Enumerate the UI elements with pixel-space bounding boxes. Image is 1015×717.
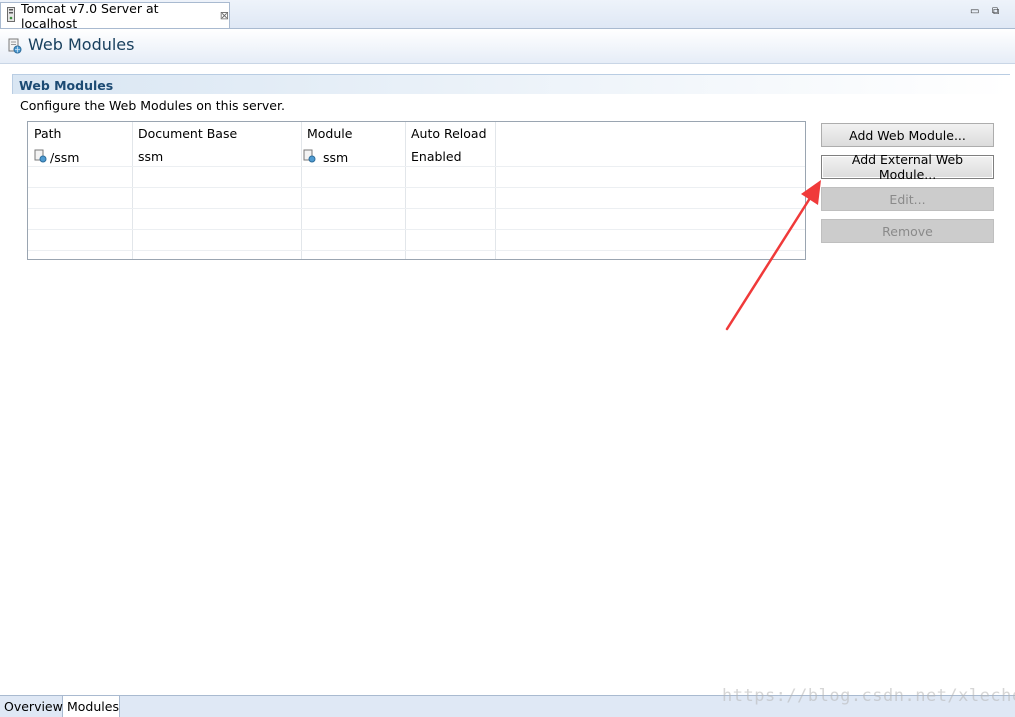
cell-path: /ssm <box>34 149 79 166</box>
row-divider <box>28 166 805 167</box>
web-modules-table[interactable]: Path Document Base Module Auto Reload /s… <box>27 121 806 260</box>
tab-overview-label: Overview <box>4 699 63 714</box>
tab-overview[interactable]: Overview <box>0 696 63 717</box>
column-divider <box>132 122 133 259</box>
close-icon[interactable]: ⊠ <box>220 9 229 22</box>
minimize-icon[interactable]: ▭ <box>970 6 979 17</box>
section-title: Web Modules <box>19 78 114 93</box>
row-divider <box>28 250 805 251</box>
server-icon <box>7 6 15 25</box>
column-header-module[interactable]: Module <box>307 126 352 141</box>
column-header-auto-reload[interactable]: Auto Reload <box>411 126 487 141</box>
section-description: Configure the Web Modules on this server… <box>20 98 285 113</box>
cell-module: ssm <box>303 149 348 166</box>
cell-auto-reload: Enabled <box>411 149 462 164</box>
column-header-document-base[interactable]: Document Base <box>138 126 237 141</box>
column-divider <box>301 122 302 259</box>
editor-tab-title: Tomcat v7.0 Server at localhost <box>21 0 159 31</box>
form-header: Web Modules <box>0 29 1015 64</box>
editor-tab-bar: Tomcat v7.0 Server at localhost ⊠ ▭ ⧉ <box>0 0 1015 31</box>
watermark: https://blog.csdn.net/xlecho <box>722 686 1015 706</box>
section-header: Web Modules <box>12 74 1010 94</box>
cell-module-text: ssm <box>323 150 349 165</box>
cell-path-text: /ssm <box>50 150 80 165</box>
row-divider <box>28 208 805 209</box>
web-module-icon <box>34 149 47 166</box>
editor-tab-tomcat[interactable]: Tomcat v7.0 Server at localhost ⊠ <box>0 0 230 31</box>
edit-button[interactable]: Edit... <box>821 187 994 211</box>
column-header-path[interactable]: Path <box>34 126 61 141</box>
remove-button[interactable]: Remove <box>821 219 994 243</box>
tab-modules[interactable]: Modules <box>63 696 120 717</box>
column-divider <box>495 122 496 259</box>
row-divider <box>28 187 805 188</box>
add-web-module-button[interactable]: Add Web Module... <box>821 123 994 147</box>
tab-modules-label: Modules <box>67 699 119 714</box>
web-module-icon <box>303 149 316 166</box>
page-title: Web Modules <box>28 35 135 54</box>
cell-document-base: ssm <box>138 149 164 164</box>
column-divider <box>405 122 406 259</box>
add-external-web-module-button[interactable]: Add External Web Module... <box>821 152 994 182</box>
web-module-icon <box>8 38 22 57</box>
restore-icon[interactable]: ⧉ <box>992 6 999 17</box>
row-divider <box>28 229 805 230</box>
